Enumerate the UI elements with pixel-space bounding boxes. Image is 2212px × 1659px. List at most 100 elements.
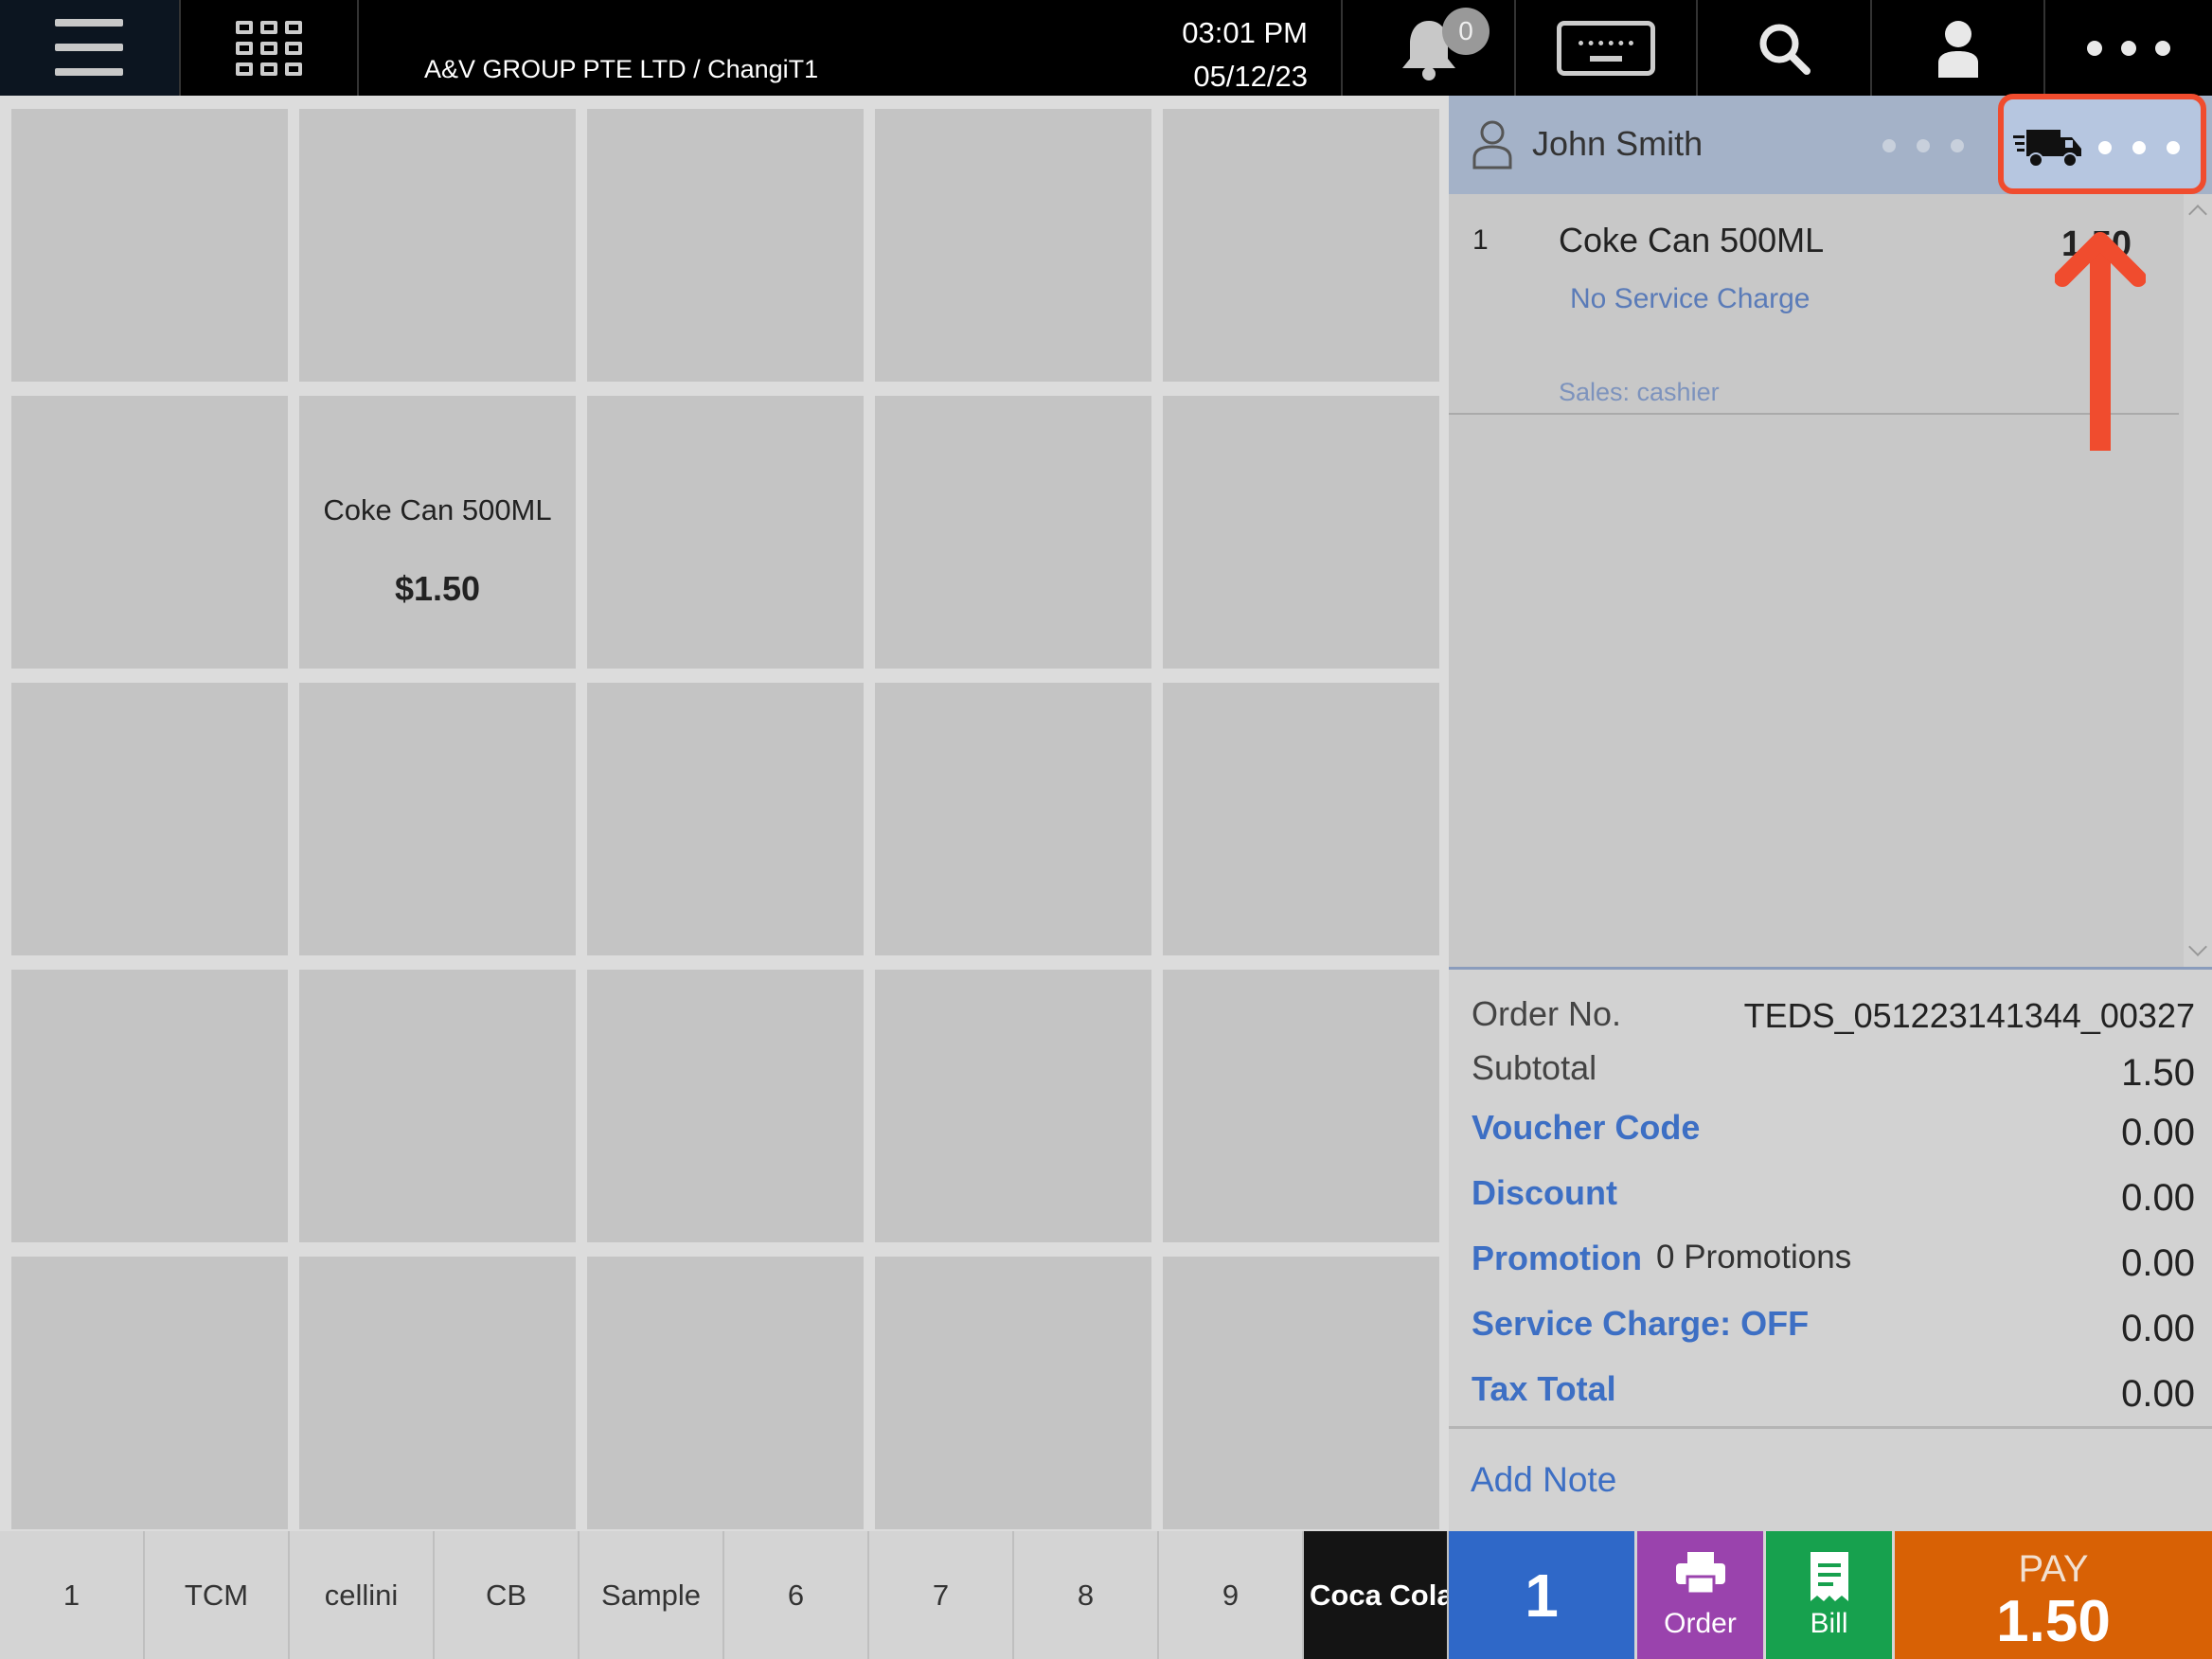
scroll-down-icon[interactable]: [2188, 937, 2207, 956]
promotion-link[interactable]: Promotion: [1472, 1239, 1642, 1278]
add-note-link[interactable]: Add Note: [1471, 1460, 1616, 1500]
product-tile-empty[interactable]: [11, 396, 288, 669]
tax-total-link[interactable]: Tax Total: [1472, 1369, 1616, 1409]
product-tile-empty[interactable]: [1163, 683, 1439, 955]
subtotal-label: Subtotal: [1472, 1048, 1597, 1087]
voucher-link[interactable]: Voucher Code: [1472, 1108, 1700, 1148]
customer-bar[interactable]: John Smith: [1449, 94, 2212, 194]
product-tile-empty[interactable]: [587, 970, 864, 1242]
totals-section: Order No. TEDS_051223141344_00327 Subtot…: [1449, 967, 2212, 1531]
scroll-up-icon[interactable]: [2188, 205, 2207, 223]
service-charge-value: 0.00: [2121, 1308, 2195, 1349]
more-menu-button[interactable]: [2045, 0, 2212, 96]
category-tab[interactable]: 9: [1159, 1531, 1304, 1659]
order-button[interactable]: Order: [1637, 1531, 1763, 1659]
service-charge-link[interactable]: Service Charge: OFF: [1472, 1304, 1809, 1344]
product-tile-empty[interactable]: [11, 1257, 288, 1529]
order-number-row: Order No. TEDS_051223141344_00327: [1472, 994, 2195, 1042]
user-icon: [1937, 20, 1978, 78]
service-charge-row[interactable]: Service Charge: OFF 0.00: [1472, 1304, 2195, 1351]
product-tile-empty[interactable]: [875, 396, 1151, 669]
clock: 03:01 PM 05/12/23: [1118, 11, 1308, 98]
product-tile-empty[interactable]: [1163, 970, 1439, 1242]
voucher-row[interactable]: Voucher Code 0.00: [1472, 1108, 2195, 1155]
line-sales: Sales: cashier: [1559, 378, 1720, 406]
product-tile-empty[interactable]: [299, 970, 576, 1242]
product-tile-empty[interactable]: [1163, 109, 1439, 382]
promotion-row[interactable]: Promotion 0 Promotions 0.00: [1472, 1239, 2195, 1286]
printer-icon: [1675, 1552, 1725, 1596]
line-modifier: No Service Charge: [1570, 283, 1811, 314]
category-tab[interactable]: Sample: [580, 1531, 724, 1659]
search-icon: [1759, 24, 1811, 75]
category-tab[interactable]: CB: [435, 1531, 580, 1659]
notification-badge: 0: [1442, 8, 1490, 55]
keyboard-icon: [1557, 20, 1655, 76]
product-tile-empty[interactable]: [875, 970, 1151, 1242]
line-qty: 1: [1472, 224, 1489, 256]
subtotal-row: Subtotal 1.50: [1472, 1048, 2195, 1096]
grid-icon: [236, 20, 302, 76]
order-scrollbar[interactable]: [2184, 194, 2212, 967]
category-tab[interactable]: 8: [1014, 1531, 1159, 1659]
product-tile-empty[interactable]: [1163, 396, 1439, 669]
product-tile-empty[interactable]: [875, 683, 1151, 955]
product-tile-empty[interactable]: [299, 683, 576, 955]
product-tile-empty[interactable]: [587, 396, 864, 669]
product-tile[interactable]: Coke Can 500ML $1.50: [299, 396, 576, 669]
product-tile-empty[interactable]: [299, 1257, 576, 1529]
customer-icon: [1472, 120, 1512, 169]
divider: [1449, 1426, 2212, 1429]
product-price: $1.50: [394, 569, 481, 608]
promotion-count: 0 Promotions: [1656, 1239, 1852, 1275]
pay-button[interactable]: PAY 1.50: [1895, 1531, 2212, 1659]
product-tile-empty[interactable]: [1163, 1257, 1439, 1529]
arrow-up-annotation-icon: [2055, 232, 2146, 451]
product-tile-empty[interactable]: [11, 970, 288, 1242]
bill-button[interactable]: Bill: [1766, 1531, 1892, 1659]
user-button[interactable]: [1872, 0, 2045, 96]
store-name: A&V GROUP PTE LTD / ChangiT1: [424, 55, 819, 83]
quantity-button[interactable]: 1: [1449, 1531, 1634, 1659]
top-bar: A&V GROUP PTE LTD / ChangiT1 03:01 PM 05…: [0, 0, 2212, 96]
apps-grid-button[interactable]: [181, 0, 359, 96]
customer-options-icon[interactable]: [1882, 139, 1964, 152]
pay-label: PAY: [2018, 1548, 2089, 1590]
product-name: Coke Can 500ML: [323, 493, 552, 526]
product-tile-empty[interactable]: [875, 1257, 1151, 1529]
category-tab[interactable]: cellini: [290, 1531, 435, 1659]
category-tab-active[interactable]: Coca Cola: [1304, 1531, 1449, 1659]
product-tile-empty[interactable]: [11, 683, 288, 955]
pay-amount: 1.50: [1996, 1589, 2111, 1654]
more-dots-icon: [2087, 40, 2170, 56]
tax-total-value: 0.00: [2121, 1373, 2195, 1415]
search-button[interactable]: [1698, 0, 1872, 96]
category-tab[interactable]: 6: [724, 1531, 869, 1659]
discount-value: 0.00: [2121, 1177, 2195, 1219]
menu-button[interactable]: [0, 0, 181, 96]
discount-link[interactable]: Discount: [1472, 1173, 1617, 1213]
delivery-truck-icon: [2013, 130, 2081, 168]
product-tile-empty[interactable]: [587, 1257, 864, 1529]
product-tile-empty[interactable]: [587, 109, 864, 382]
voucher-value: 0.00: [2121, 1112, 2195, 1153]
keyboard-button[interactable]: [1516, 0, 1698, 96]
tax-row[interactable]: Tax Total 0.00: [1472, 1369, 2195, 1417]
notifications-button[interactable]: 0: [1341, 0, 1516, 96]
discount-row[interactable]: Discount 0.00: [1472, 1173, 2195, 1221]
customer-name: John Smith: [1532, 124, 1704, 163]
category-tab[interactable]: 1: [0, 1531, 145, 1659]
product-tile-empty[interactable]: [299, 109, 576, 382]
action-bar: 1 Order Bill PAY 1.50: [1449, 1531, 2212, 1659]
delivery-mode-button[interactable]: [1998, 94, 2206, 194]
bill-label: Bill: [1810, 1608, 1848, 1639]
subtotal-value: 1.50: [2121, 1052, 2195, 1094]
category-tab[interactable]: TCM: [145, 1531, 290, 1659]
promotion-value: 0.00: [2121, 1242, 2195, 1284]
category-tab[interactable]: 7: [869, 1531, 1014, 1659]
product-tile-empty[interactable]: [875, 109, 1151, 382]
category-bar: 1 TCM cellini CB Sample 6 7 8 9 Coca Col…: [0, 1531, 1449, 1659]
product-tile-empty[interactable]: [11, 109, 288, 382]
date-text: 05/12/23: [1193, 60, 1308, 93]
product-tile-empty[interactable]: [587, 683, 864, 955]
